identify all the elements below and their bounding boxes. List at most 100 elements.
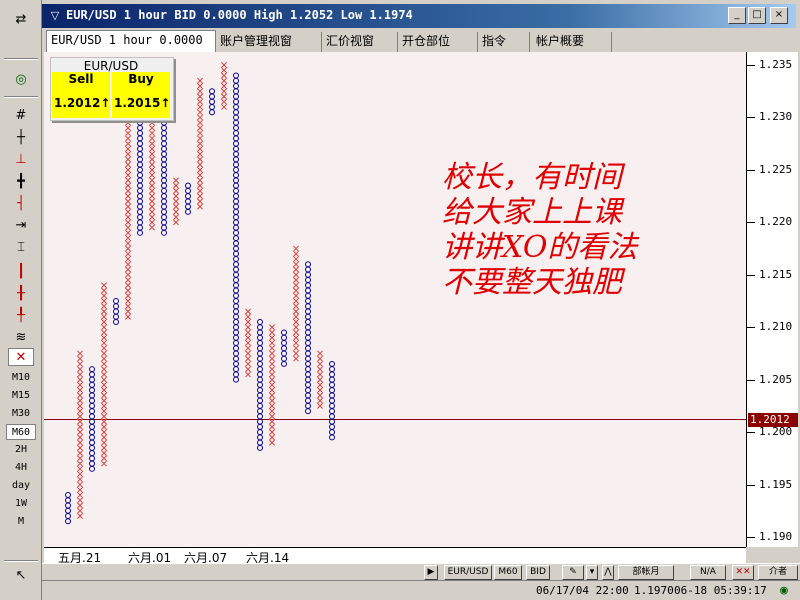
- price-tick-mark: [747, 117, 755, 119]
- x-box: [293, 339, 299, 346]
- timeframe-m15[interactable]: M15: [6, 388, 36, 404]
- line-chart-icon[interactable]: ≋: [8, 328, 34, 346]
- date-axis: 五月.21 六月.01 六月.07 六月.14: [44, 547, 746, 565]
- pnf-chart-icon[interactable]: ✕: [8, 348, 34, 366]
- x-box: [101, 381, 107, 388]
- account-button[interactable]: 部帐月: [618, 565, 674, 580]
- candle-icon[interactable]: ╂: [8, 284, 34, 302]
- timeframe-1w[interactable]: 1W: [6, 496, 36, 512]
- window-title-bar[interactable]: ▽ EUR/USD 1 hour BID 0.0000 High 1.2052 …: [42, 4, 796, 28]
- cursor-icon[interactable]: ↖: [8, 566, 34, 584]
- o-box: [137, 124, 143, 131]
- timeframe-4h[interactable]: 4H: [6, 460, 36, 476]
- o-box: [185, 187, 191, 194]
- o-box: [257, 402, 263, 409]
- o-box: [137, 130, 143, 137]
- o-box: [233, 324, 239, 331]
- play-icon[interactable]: ▶: [424, 565, 438, 580]
- chevron-down-icon[interactable]: ▾: [586, 565, 598, 580]
- ohlc-icon[interactable]: ╀: [8, 306, 34, 324]
- o-column: [113, 298, 119, 325]
- o-box: [305, 308, 311, 315]
- draw-tool-icon[interactable]: ✎: [562, 565, 584, 580]
- tab-account-summary[interactable]: 帐户概要: [532, 32, 612, 52]
- o-box: [113, 318, 119, 325]
- x-box: [221, 103, 227, 110]
- x-box: [197, 182, 203, 189]
- pnf-mini-icon[interactable]: ✕✕: [732, 565, 754, 580]
- o-box: [305, 366, 311, 373]
- x-box: [269, 345, 275, 352]
- quote-symbol: EUR/USD: [83, 59, 139, 73]
- tab-orders[interactable]: 指令: [478, 32, 530, 52]
- x-box: [125, 156, 131, 163]
- x-box: [293, 324, 299, 331]
- o-box: [185, 182, 191, 189]
- bar-chart-icon[interactable]: ┃: [8, 262, 34, 280]
- up-arrow-icon: ↑: [100, 96, 111, 110]
- x-box: [197, 77, 203, 84]
- maximize-button[interactable]: □: [748, 7, 766, 24]
- o-box: [305, 324, 311, 331]
- x-box: [77, 481, 83, 488]
- o-box: [161, 224, 167, 231]
- symbol-button[interactable]: EUR/USD: [444, 565, 492, 580]
- timeframe-day[interactable]: day: [6, 478, 36, 494]
- x-box: [149, 182, 155, 189]
- cross-tool-icon[interactable]: ╋: [8, 172, 34, 190]
- timeframe-month[interactable]: M: [6, 514, 36, 530]
- tab-chart[interactable]: EUR/USD 1 hour 0.0000: [46, 30, 216, 52]
- price-tick-mark: [747, 65, 755, 66]
- crosshair-icon[interactable]: ┼: [8, 128, 34, 146]
- o-box: [329, 397, 335, 404]
- x-box: [101, 434, 107, 441]
- minimize-button[interactable]: _: [728, 7, 746, 24]
- timeframe-m10[interactable]: M10: [6, 370, 36, 386]
- x-box: [77, 371, 83, 378]
- tab-account-manager[interactable]: 账户管理视窗: [216, 32, 322, 52]
- close-button[interactable]: ×: [770, 7, 788, 24]
- period-button[interactable]: M60: [494, 565, 522, 580]
- other-button[interactable]: 介者: [758, 565, 798, 580]
- ibeam-icon[interactable]: ⌶: [8, 238, 34, 256]
- x-box: [101, 324, 107, 331]
- o-box: [185, 203, 191, 210]
- x-box: [101, 355, 107, 362]
- timeframe-m30[interactable]: M30: [6, 406, 36, 422]
- o-column: [329, 360, 335, 441]
- o-box: [137, 140, 143, 147]
- price-tick-mark: [747, 222, 755, 224]
- x-box: [149, 156, 155, 163]
- o-box: [65, 502, 71, 509]
- buy-button[interactable]: Buy 1.2015↑: [112, 72, 170, 118]
- x-box: [293, 261, 299, 268]
- timeframe-m60[interactable]: M60: [6, 424, 36, 440]
- x-box: [221, 83, 227, 89]
- x-box: [197, 130, 203, 137]
- price-tick-mark: [747, 274, 755, 276]
- o-box: [233, 208, 239, 215]
- line-tool-icon[interactable]: ⊥: [8, 150, 34, 168]
- tab-open-positions[interactable]: 开仓部位: [398, 32, 478, 52]
- o-box: [257, 392, 263, 399]
- x-box: [317, 360, 323, 367]
- x-box: [125, 193, 131, 200]
- target-icon[interactable]: ◎: [8, 70, 34, 88]
- sell-button[interactable]: Sell 1.2012↑: [52, 72, 110, 118]
- horizontal-line-icon[interactable]: ┤: [8, 194, 34, 212]
- x-box: [293, 308, 299, 315]
- timeframe-2h[interactable]: 2H: [6, 442, 36, 458]
- o-box: [233, 114, 239, 121]
- o-box: [233, 371, 239, 378]
- o-box: [329, 360, 335, 367]
- vertical-line-icon[interactable]: ⇥: [8, 216, 34, 234]
- swap-arrows-icon[interactable]: ⇄: [8, 10, 34, 28]
- grid-icon[interactable]: #: [8, 106, 34, 124]
- zigzag-icon[interactable]: ⋀: [602, 565, 614, 580]
- tab-rates[interactable]: 汇价视窗: [322, 32, 398, 52]
- o-box: [65, 497, 71, 504]
- x-box: [77, 402, 83, 409]
- side-button[interactable]: BID: [526, 565, 550, 580]
- o-box: [137, 198, 143, 205]
- na-button[interactable]: N/A: [690, 565, 726, 580]
